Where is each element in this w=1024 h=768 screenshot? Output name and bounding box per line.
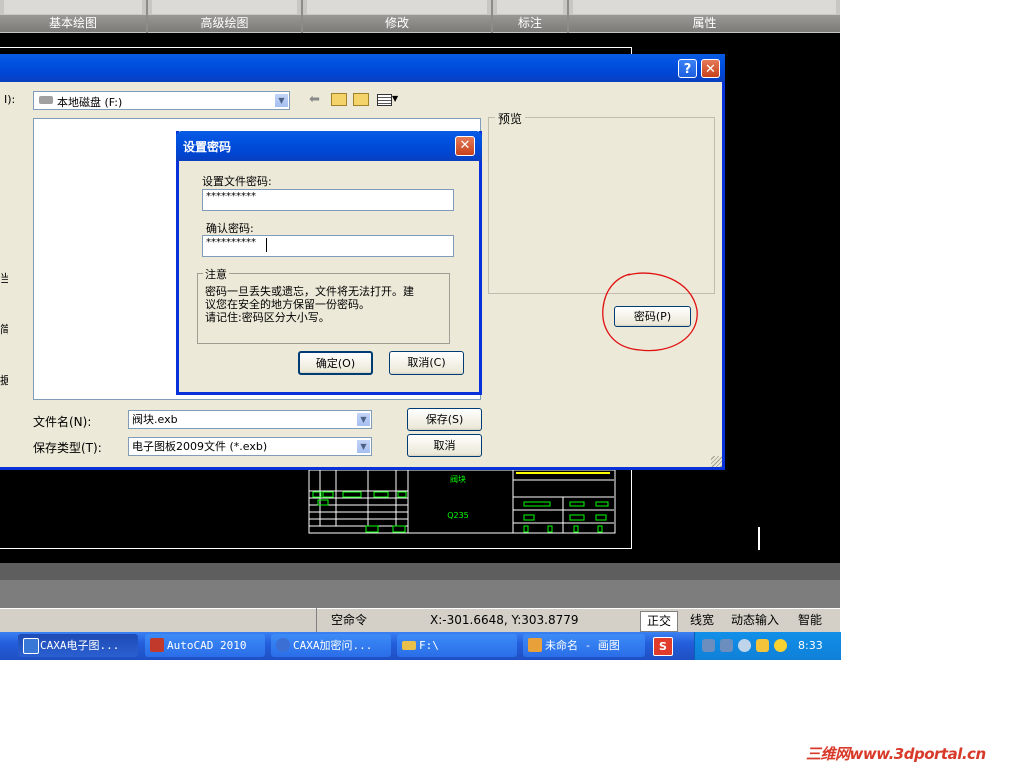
filename-label: 文件名(N): — [33, 415, 92, 429]
back-arrow-icon[interactable]: ⬅ — [309, 92, 320, 107]
taskbar-item-label: AutoCAD 2010 — [167, 639, 247, 652]
help-button[interactable]: ? — [678, 59, 697, 78]
volume-icon[interactable] — [738, 639, 751, 652]
close-button[interactable]: ✕ — [455, 136, 475, 156]
ribbon-group-advanced-draw[interactable]: 高级绘图 — [148, 0, 303, 33]
ortho-toggle[interactable]: 正交 — [640, 611, 679, 632]
chevron-down-icon[interactable]: ▼ — [392, 94, 398, 103]
note-line: 请记住:密码区分大小写。 — [205, 311, 330, 324]
paint-icon — [528, 638, 542, 652]
ribbon-icons-row[interactable] — [573, 0, 836, 14]
ok-button[interactable]: 确定(O) — [298, 351, 373, 375]
left-cut-label: 据 — [0, 374, 8, 387]
drawing-frame-line — [0, 548, 632, 549]
taskbar-item-caxa-encrypt[interactable]: CAXA加密问... — [271, 634, 391, 657]
filetype-label: 保存类型(T): — [33, 441, 102, 455]
note-text: 密码一旦丢失或遗忘，文件将无法打开。建 议您在安全的地方保留一份密码。 请记住:… — [205, 285, 445, 324]
ribbon-group-modify[interactable]: 修改 — [303, 0, 493, 33]
ribbon-group-basic-draw[interactable]: 基本绘图 — [0, 0, 148, 33]
folder-icon — [402, 641, 416, 650]
taskbar-item-autocad[interactable]: AutoCAD 2010 — [145, 634, 265, 657]
text-caret — [266, 238, 267, 252]
sogou-icon[interactable]: S — [653, 637, 673, 656]
chevron-down-icon[interactable]: ▼ — [356, 439, 371, 454]
file-password-input[interactable]: ********** — [202, 189, 454, 211]
autocad-icon — [150, 638, 164, 652]
lookin-label: I): — [4, 93, 16, 106]
ribbon-icons-row[interactable] — [4, 0, 142, 14]
taskbar-item-explorer[interactable]: F:\ — [397, 634, 517, 657]
cancel-button[interactable]: 取消(C) — [389, 351, 464, 375]
chevron-down-icon[interactable]: ▼ — [274, 93, 289, 108]
panel-background — [0, 580, 840, 608]
file-password-label: 设置文件密码: — [202, 175, 272, 188]
security-icon[interactable] — [774, 639, 787, 652]
ribbon-group-label: 标注 — [493, 15, 567, 32]
note-label: 注意 — [203, 266, 229, 282]
preview-panel — [488, 117, 715, 294]
network-icon[interactable] — [720, 639, 733, 652]
clock: 8:33 — [798, 639, 823, 652]
drawing-frame-line — [0, 47, 632, 48]
crosshair-cursor — [758, 527, 760, 550]
taskbar-item-paint[interactable]: 未命名 - 画图 — [523, 634, 645, 657]
note-line: 密码一旦丢失或遗忘，文件将无法打开。建 — [205, 285, 414, 298]
left-cut-label: 简 — [0, 323, 8, 336]
filetype-select[interactable]: 电子图板2009文件 (*.exb) — [128, 437, 372, 456]
confirm-password-input[interactable]: ********** — [202, 235, 454, 257]
ribbon-group-label: 高级绘图 — [148, 15, 301, 32]
shield-icon[interactable] — [756, 639, 769, 652]
ribbon-group-properties[interactable]: 属性 — [569, 0, 840, 33]
view-menu-icon[interactable] — [377, 94, 392, 106]
title-block-material: Q235 — [447, 511, 469, 520]
taskbar-item-caxa[interactable]: CAXA电子图... — [18, 634, 138, 657]
annotation-circle — [602, 272, 698, 352]
drive-icon — [39, 96, 53, 104]
caxa-icon — [23, 638, 39, 654]
lookin-value: 本地磁盘 (F:) — [57, 96, 123, 109]
ribbon-icons-row[interactable] — [152, 0, 297, 14]
dynamic-input-toggle[interactable]: 动态输入 — [725, 611, 785, 630]
left-cut-labels: 当 简 据 — [0, 253, 8, 406]
taskbar-item-label: CAXA电子图... — [40, 639, 120, 652]
ribbon-group-label: 基本绘图 — [0, 15, 146, 32]
ribbon-group-label: 属性 — [569, 15, 840, 32]
status-command: 空命令 — [316, 608, 431, 632]
ribbon-group-dimension[interactable]: 标注 — [493, 0, 569, 33]
taskbar-item-label: F:\ — [419, 639, 439, 652]
cancel-button[interactable]: 取消 — [407, 434, 482, 457]
network-icon[interactable] — [702, 639, 715, 652]
title-block-name: 阀块 — [450, 474, 466, 484]
watermark: 三维网www.3dportal.cn — [806, 745, 986, 763]
save-button[interactable]: 保存(S) — [407, 408, 482, 431]
new-folder-icon[interactable] — [353, 93, 369, 106]
lineweight-toggle[interactable]: 线宽 — [684, 611, 720, 630]
confirm-password-label: 确认密码: — [206, 222, 254, 235]
filename-input[interactable]: 阀块.exb — [128, 410, 372, 429]
ribbon-toolbar: 基本绘图 高级绘图 修改 标注 属性 — [0, 0, 840, 33]
ribbon-icons-row[interactable] — [497, 0, 563, 14]
password-dialog-title: 设置密码 — [183, 140, 232, 154]
chevron-down-icon[interactable]: ▼ — [356, 412, 371, 427]
title-block: 阀块 Q235 — [308, 470, 616, 534]
ribbon-icons-row[interactable] — [307, 0, 487, 14]
status-coordinates: X:-301.6648, Y:303.8779 — [430, 613, 579, 627]
smart-snap-toggle[interactable]: 智能 — [792, 611, 828, 630]
taskbar-item-label: CAXA加密问... — [293, 639, 373, 652]
preview-label: 预览 — [495, 110, 526, 127]
up-folder-icon[interactable] — [331, 93, 347, 106]
note-line: 议您在安全的地方保留一份密码。 — [205, 298, 370, 311]
taskbar-item-label: 未命名 - 画图 — [545, 639, 620, 652]
ribbon-group-label: 修改 — [303, 15, 491, 32]
save-dialog-titlebar[interactable] — [0, 54, 725, 82]
close-button[interactable]: ✕ — [701, 59, 720, 78]
resize-grip-icon[interactable] — [711, 456, 722, 467]
left-cut-label: 当 — [0, 272, 8, 285]
ie-icon — [276, 638, 290, 652]
